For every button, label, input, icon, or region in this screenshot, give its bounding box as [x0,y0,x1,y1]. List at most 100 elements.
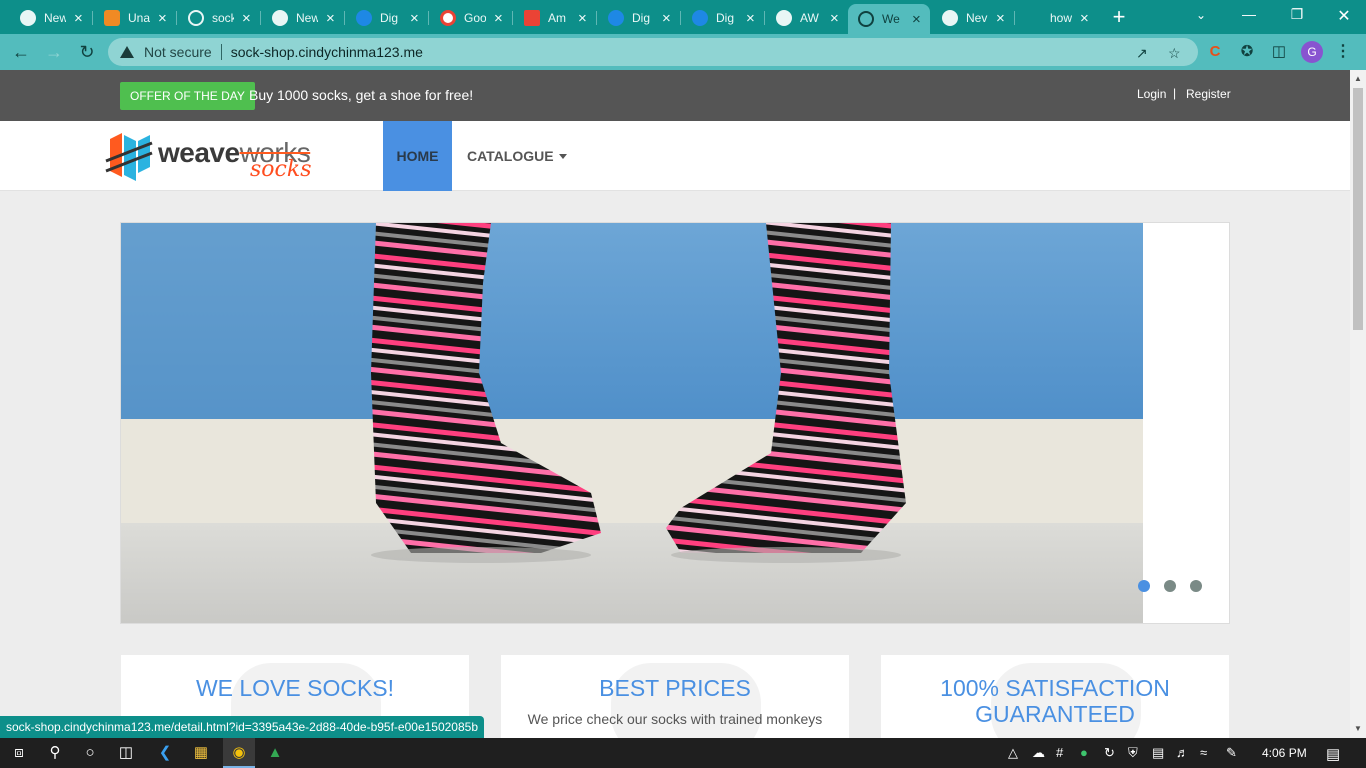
restore-icon[interactable]: ❐ [1286,6,1308,23]
carousel-dot-2[interactable] [1164,580,1176,592]
chrome-icon [776,10,792,26]
tab-title: Dig [632,11,651,25]
close-icon[interactable]: × [410,11,419,26]
caret-down-icon [558,154,567,159]
close-icon[interactable]: × [158,11,167,26]
close-window-icon[interactable]: ✕ [1333,6,1355,26]
extension-c-icon[interactable]: C [1206,43,1224,61]
share-icon[interactable]: ↗ [1136,45,1148,62]
browser-tab[interactable]: Goo × [430,4,503,32]
gmail-icon [524,10,540,26]
security-shield-icon[interactable]: ⛨ [1128,745,1138,761]
page-viewport: OFFER OF THE DAY Buy 1000 socks, get a s… [0,70,1350,738]
close-icon[interactable]: × [326,11,335,26]
minimize-icon[interactable]: — [1238,6,1260,22]
carousel-dot-3[interactable] [1190,580,1202,592]
address-bar[interactable]: Not secure sock-shop.cindychinma123.me ↗… [108,38,1198,66]
slack-icon[interactable]: # [1056,745,1063,760]
cloud-off-icon[interactable]: ☁ [1032,745,1045,761]
browser-tab[interactable]: Dig × [346,4,419,32]
close-icon[interactable]: × [1080,11,1089,26]
cortana-icon[interactable]: ○ [79,742,101,764]
security-label: Not secure [144,44,212,60]
bookmark-star-icon[interactable]: ☆ [1168,45,1181,62]
carousel-dot-1[interactable] [1138,580,1150,592]
sync-icon[interactable]: ↻ [1104,745,1115,761]
tab-title: Goo [464,11,486,25]
warning-icon [120,46,134,58]
close-icon[interactable]: × [746,11,755,26]
tab-title: Una [128,11,150,25]
windows-start-icon[interactable]: ⧈ [8,742,30,764]
browser-tab[interactable]: Nev × [932,4,1005,32]
browser-tab[interactable]: AW × [766,4,839,32]
close-icon[interactable]: × [242,11,251,26]
nav-catalogue[interactable]: CATALOGUE [467,121,567,191]
browser-tab[interactable]: how × [1016,4,1089,32]
chrome-taskbar-icon[interactable]: ◉ [228,742,250,764]
extensions-puzzle-icon[interactable]: ✪ [1238,43,1256,61]
network-icon[interactable]: ▤ [1152,745,1164,761]
scroll-up-icon[interactable]: ▲ [1350,72,1366,86]
browser-tab[interactable]: Am × [514,4,587,32]
google-icon [440,10,456,26]
browser-tab[interactable]: New × [10,4,83,32]
close-icon[interactable]: × [494,11,503,26]
close-icon[interactable]: × [830,11,839,26]
notification-icon[interactable]: ▤ [1326,745,1340,763]
pen-icon[interactable]: ✎ [1226,745,1237,761]
drive-tray-icon[interactable]: △ [1008,745,1018,761]
task-view-icon[interactable]: ◫ [115,742,137,764]
side-panel-icon[interactable]: ◫ [1270,43,1288,61]
close-icon[interactable]: × [996,11,1005,26]
file-explorer-icon[interactable]: ▦ [190,742,212,764]
tab-title: AW [800,11,819,25]
nav-home[interactable]: HOME [383,121,452,191]
chrome-icon [942,10,958,26]
site-logo[interactable]: weaveworks socks [104,131,354,183]
loading-icon [1026,10,1042,26]
offer-badge[interactable]: OFFER OF THE DAY [120,82,255,110]
tab-search-icon[interactable]: ⌄ [1196,8,1206,22]
divider [220,44,222,60]
reload-icon[interactable]: ↻ [76,41,98,63]
feature-text: We price check our socks with trained mo… [527,711,823,727]
feature-title: BEST PRICES [599,675,751,701]
browser-tab[interactable]: sock × [178,4,251,32]
browser-tab[interactable]: Dig × [682,4,755,32]
tab-title: sock [212,11,234,25]
new-tab-button[interactable]: + [1108,6,1130,29]
menu-kebab-icon[interactable]: ⋮ [1335,41,1351,61]
browser-tab-active[interactable]: We × [848,4,930,34]
forward-icon[interactable]: → [43,41,65,63]
browser-tab[interactable]: Una × [94,4,167,32]
chrome-icon [272,10,288,26]
browser-tab[interactable]: Dig × [598,4,671,32]
offer-bar: OFFER OF THE DAY Buy 1000 socks, get a s… [0,70,1350,121]
close-icon[interactable]: × [74,11,83,26]
feature-card-satisfaction: 100% SATISFACTION GUARANTEED [881,655,1229,738]
browser-tab[interactable]: New × [262,4,335,32]
profile-avatar[interactable]: G [1301,41,1323,63]
google-drive-icon[interactable]: ▲ [264,742,286,764]
wifi-icon[interactable]: ≈ [1200,745,1207,760]
hero-carousel[interactable] [120,222,1230,624]
close-icon[interactable]: × [912,12,921,27]
tab-title: New [44,11,66,25]
logo-socks-text: socks [250,157,312,182]
utorrent-icon[interactable]: ● [1080,745,1088,760]
scroll-down-icon[interactable]: ▼ [1350,722,1366,736]
close-icon[interactable]: × [662,11,671,26]
url-text[interactable]: sock-shop.cindychinma123.me [231,44,423,60]
vscode-icon[interactable]: ❮ [154,742,176,764]
back-icon[interactable]: ← [10,41,32,63]
clock[interactable]: 4:06 PM [1262,746,1307,760]
login-link[interactable]: Login [1137,87,1166,101]
volume-icon[interactable]: ♬ [1176,745,1189,760]
page-scrollbar[interactable]: ▲ ▼ [1350,70,1366,738]
close-icon[interactable]: × [578,11,587,26]
feature-title: 100% SATISFACTION GUARANTEED [940,675,1170,727]
register-link[interactable]: Register [1186,87,1231,101]
scroll-thumb[interactable] [1353,88,1363,330]
search-icon[interactable]: ⚲ [44,742,66,764]
